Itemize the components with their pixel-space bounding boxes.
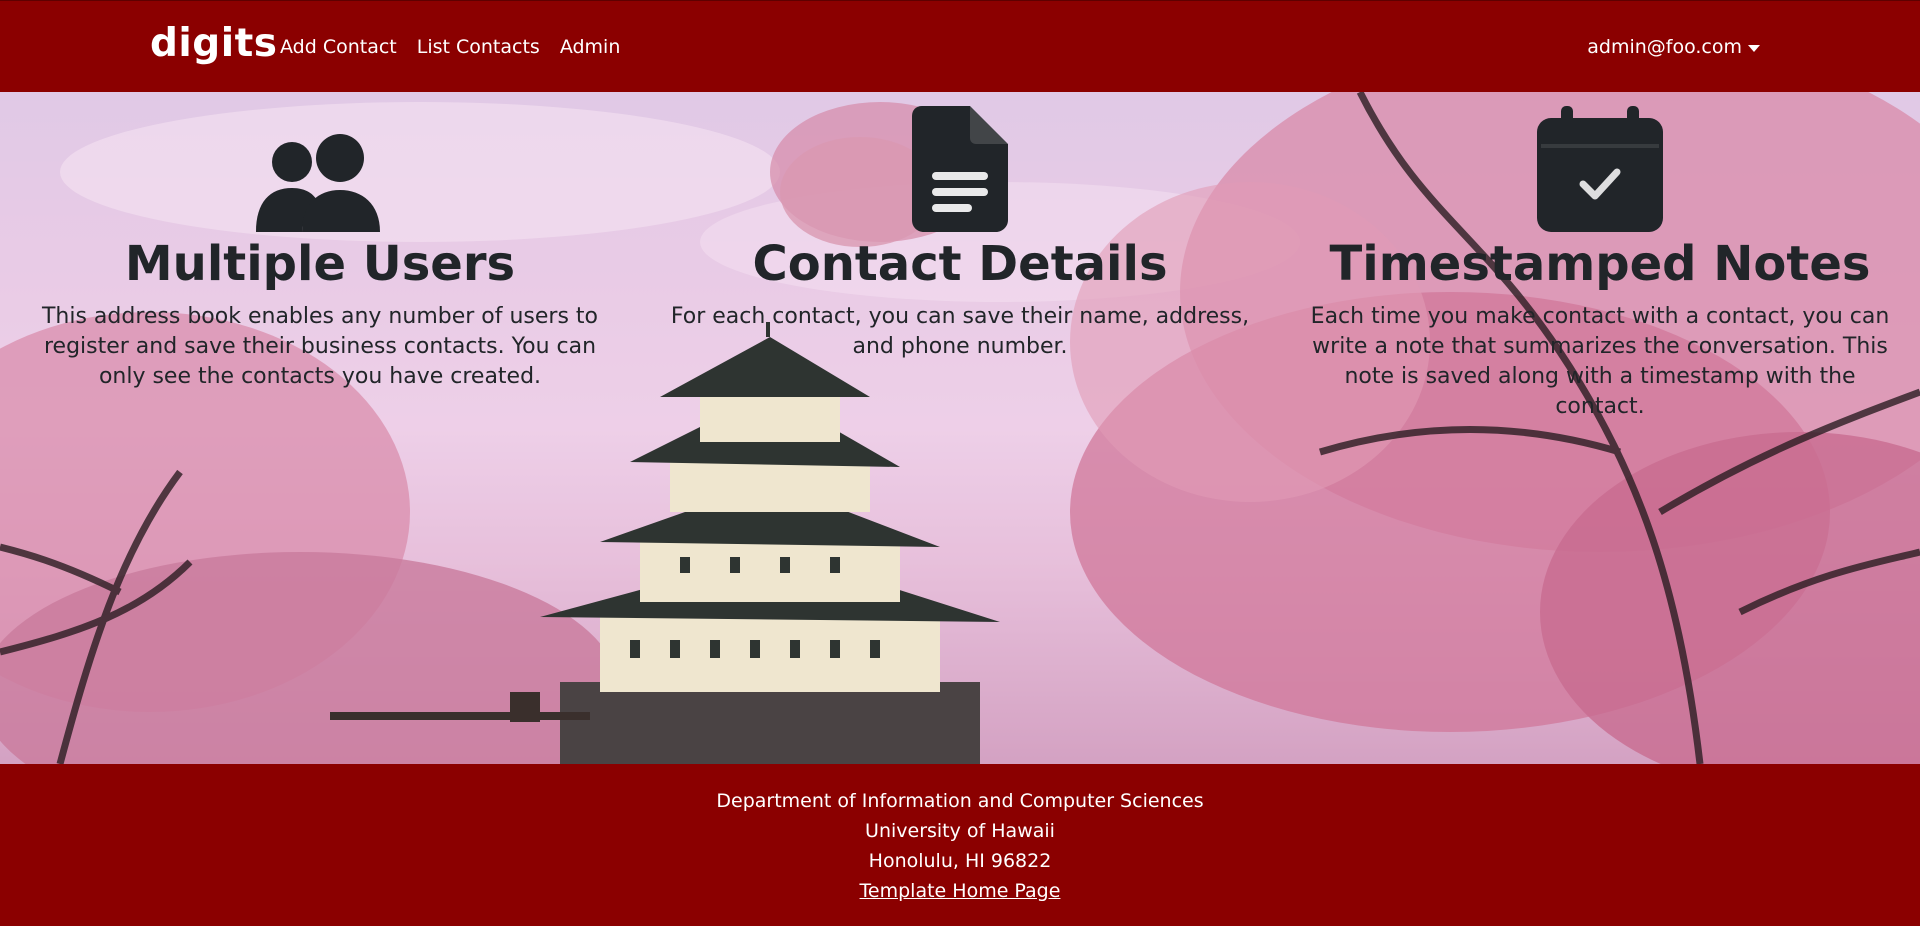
template-home-link[interactable]: Template Home Page (860, 880, 1061, 902)
feature-title: Multiple Users (124, 236, 516, 292)
feature-title: Timestamped Notes (1329, 236, 1871, 292)
brand-logo[interactable]: digits (150, 21, 277, 66)
users-icon (256, 134, 380, 232)
nav-list-contacts[interactable]: List Contacts (417, 36, 540, 58)
footer-university: University of Hawaii (865, 820, 1055, 842)
feature-contact-details: Contact Details For each contact, you ca… (660, 92, 1260, 362)
feature-timestamped-notes: Timestamped Notes Each time you make con… (1300, 92, 1900, 422)
footer: Department of Information and Computer S… (0, 764, 1920, 926)
hero-section: Multiple Users This address book enables… (0, 92, 1920, 764)
user-email: admin@foo.com (1587, 36, 1742, 58)
footer-department: Department of Information and Computer S… (716, 790, 1204, 812)
navbar: digits Add Contact List Contacts Admin a… (0, 0, 1920, 92)
feature-multiple-users: Multiple Users This address book enables… (20, 92, 620, 392)
calendar-check-icon (1537, 106, 1663, 232)
user-dropdown[interactable]: admin@foo.com (1587, 36, 1760, 58)
feature-description: For each contact, you can save their nam… (670, 304, 1250, 359)
nav-links: Add Contact List Contacts Admin (280, 36, 620, 58)
feature-title: Contact Details (752, 236, 1168, 292)
nav-add-contact[interactable]: Add Contact (280, 36, 397, 58)
caret-down-icon (1748, 44, 1760, 52)
footer-address: Honolulu, HI 96822 (868, 850, 1052, 872)
file-text-icon (912, 106, 1008, 232)
feature-description: This address book enables any number of … (41, 304, 599, 389)
nav-admin[interactable]: Admin (560, 36, 621, 58)
feature-description: Each time you make contact with a contac… (1310, 304, 1890, 419)
